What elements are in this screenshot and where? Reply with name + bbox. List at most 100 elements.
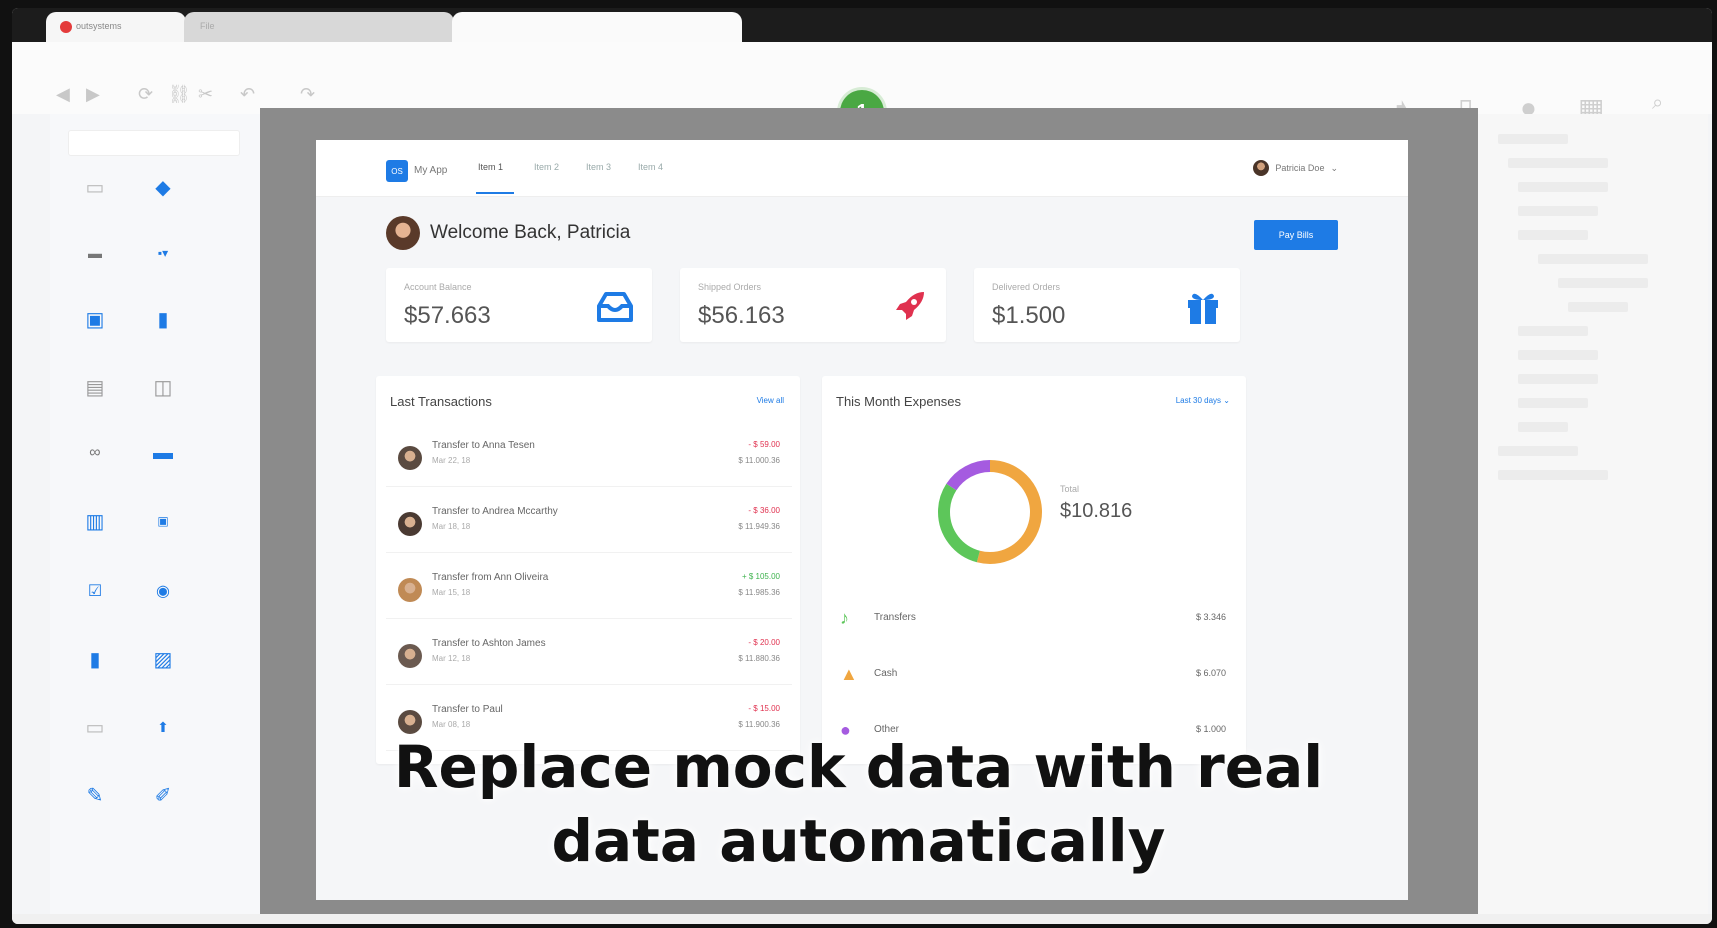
nav-active-indicator: [476, 192, 514, 194]
form-icon[interactable]: ▮: [146, 302, 180, 336]
if-icon[interactable]: ◆: [146, 170, 180, 204]
transaction-amount: - $ 36.00: [748, 506, 780, 515]
transaction-title: Transfer from Ann Oliveira: [432, 572, 549, 583]
link-widget-icon[interactable]: ∞: [78, 436, 112, 470]
redo-icon[interactable]: ↷: [300, 84, 315, 105]
transaction-balance: $ 11.985.36: [738, 588, 780, 597]
last-transactions-panel: Last Transactions View all Transfer to A…: [376, 376, 800, 764]
stat-card-shipped-orders: Shipped Orders $56.163: [680, 268, 946, 342]
user-name: Patricia Doe: [1275, 163, 1325, 173]
list-item[interactable]: ▲ Cash $ 6.070: [836, 658, 1230, 698]
status-bar: [12, 914, 1712, 924]
stat-card-delivered-orders: Delivered Orders $1.500: [974, 268, 1240, 342]
radio-icon[interactable]: ◉: [146, 574, 180, 608]
image-icon[interactable]: ▨: [146, 642, 180, 676]
refresh-icon[interactable]: ⟳: [138, 84, 153, 105]
transaction-date: Mar 08, 18: [432, 720, 471, 729]
table-row[interactable]: Transfer from Ann Oliveira Mar 15, 18 + $ …: [386, 560, 792, 619]
ide-toolbar: ◀ ▶ ⟳ ⛓ ✂ ↶ ↷ 1 ➧ ▯ ● ▦ ⌕: [12, 42, 1712, 134]
period-filter-dropdown[interactable]: Last 30 days ⌄: [1176, 396, 1230, 405]
chevron-down-icon: ⌄: [1330, 162, 1338, 173]
nav-item-4[interactable]: Item 4: [638, 162, 663, 172]
table-row[interactable]: Transfer to Anna Tesen Mar 22, 18 - $ 59.0…: [386, 428, 792, 487]
stat-label: Delivered Orders: [992, 282, 1061, 292]
app-header: OS My App Item 1 Item 2 Item 3 Item 4 Pa…: [316, 140, 1408, 197]
tab-file[interactable]: File: [184, 12, 454, 42]
toolbox-search-input[interactable]: [68, 130, 240, 156]
unlink-icon[interactable]: ✂: [198, 84, 213, 105]
container-icon[interactable]: ▭: [78, 170, 112, 204]
avatar: [398, 512, 422, 536]
stat-value: $1.500: [992, 302, 1066, 329]
table-row[interactable]: Transfer to Andrea Mccarthy Mar 18, 18 - $…: [386, 494, 792, 553]
pay-bills-button[interactable]: Pay Bills: [1254, 220, 1338, 250]
caption-line-2: data automatically: [551, 807, 1166, 875]
transaction-amount: - $ 15.00: [748, 704, 780, 713]
expression-icon[interactable]: ▪▾: [146, 236, 180, 270]
total-value: $10.816: [1060, 500, 1133, 522]
panel-title: This Month Expenses: [836, 394, 962, 409]
user-menu[interactable]: Patricia Doe ⌄: [1253, 160, 1338, 176]
expenses-donut-chart: [938, 460, 1042, 564]
expense-value: $ 3.346: [1195, 612, 1226, 622]
tab-active[interactable]: [452, 12, 742, 42]
transaction-balance: $ 11.900.36: [738, 720, 780, 729]
transaction-date: Mar 15, 18: [432, 588, 471, 597]
tab-label: File: [200, 21, 215, 31]
transaction-title: Transfer to Paul: [432, 704, 503, 715]
nav-item-3[interactable]: Item 3: [586, 162, 611, 172]
popup-icon[interactable]: ◫: [146, 370, 180, 404]
chevron-down-icon: ⌄: [1223, 396, 1230, 405]
transaction-date: Mar 12, 18: [432, 654, 471, 663]
columns-icon[interactable]: ▥: [78, 504, 112, 538]
rocket-icon: [890, 288, 928, 326]
month-expenses-panel: This Month Expenses Last 30 days ⌄ Total…: [822, 376, 1246, 764]
button-icon[interactable]: ▬: [146, 436, 180, 470]
avatar: [386, 216, 420, 250]
link-icon[interactable]: ⛓: [168, 84, 191, 105]
nav-item-1[interactable]: Item 1: [478, 162, 503, 172]
list-icon[interactable]: ▮: [78, 642, 112, 676]
nav-item-2[interactable]: Item 2: [534, 162, 559, 172]
transaction-title: Transfer to Andrea Mccarthy: [432, 506, 558, 517]
page-title: Welcome Back, Patricia: [430, 222, 631, 243]
date-icon[interactable]: ▣: [146, 504, 180, 538]
stat-label: Shipped Orders: [698, 282, 762, 292]
back-icon[interactable]: ◀: [56, 84, 70, 105]
browser-tabbar: outsystems File: [12, 8, 1712, 42]
undo-icon[interactable]: ↶: [240, 84, 255, 105]
expense-value: $ 6.070: [1195, 668, 1226, 678]
avatar: [1253, 160, 1270, 176]
table-row[interactable]: Transfer to Ashton James Mar 12, 18 - $ 20…: [386, 626, 792, 685]
checkbox-icon[interactable]: ☑: [78, 574, 112, 608]
transaction-balance: $ 11.880.36: [738, 654, 780, 663]
view-all-link[interactable]: View all: [757, 396, 784, 405]
transaction-title: Transfer to Anna Tesen: [432, 440, 535, 451]
expense-name: Transfers: [874, 612, 916, 623]
table-icon[interactable]: ▤: [78, 370, 112, 404]
transaction-amount: + $ 105.00: [741, 572, 780, 581]
forward-icon[interactable]: ▶: [86, 84, 100, 105]
tab-label: outsystems: [76, 21, 122, 31]
tab-outsystems[interactable]: outsystems: [46, 12, 186, 42]
total-label: Total: [1060, 484, 1080, 494]
stat-value: $57.663: [404, 302, 491, 329]
transaction-balance: $ 11.000.36: [738, 456, 780, 465]
transaction-amount: - $ 20.00: [748, 638, 780, 647]
transaction-amount: - $ 59.00: [748, 440, 780, 449]
avatar: [398, 446, 422, 470]
app-name: My App: [414, 165, 448, 176]
caption-line-1: Replace mock data with real: [393, 733, 1324, 801]
stat-value: $56.163: [698, 302, 785, 329]
expense-name: Cash: [874, 668, 898, 679]
text-icon[interactable]: ▬: [78, 236, 112, 270]
bell-icon: ▲: [840, 664, 858, 684]
input-icon[interactable]: ▣: [78, 302, 112, 336]
transaction-date: Mar 18, 18: [432, 522, 471, 531]
app-logo[interactable]: OS: [386, 160, 408, 182]
search-icon[interactable]: ⌕: [1652, 92, 1663, 115]
list-item[interactable]: ♪ Transfers $ 3.346: [836, 602, 1230, 642]
stat-card-account-balance: Account Balance $57.663: [386, 268, 652, 342]
filter-label: Last 30 days: [1175, 396, 1222, 405]
transaction-date: Mar 22, 18: [432, 456, 471, 465]
